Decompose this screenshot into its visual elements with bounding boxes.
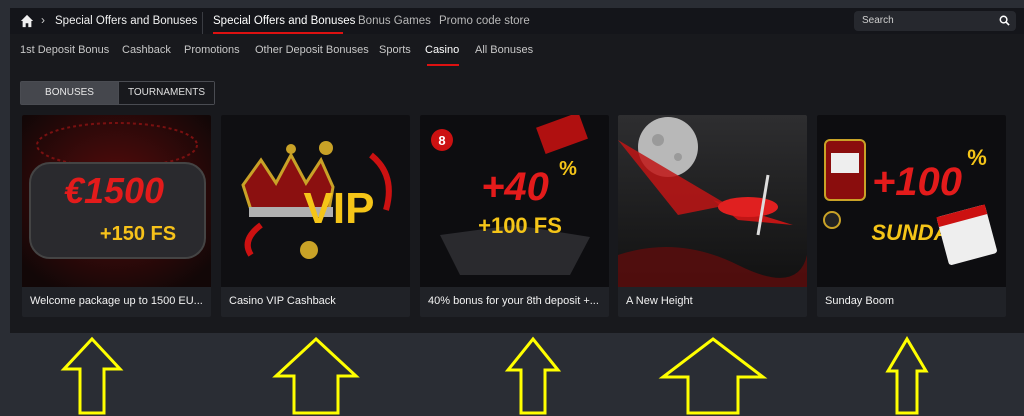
bonus-card-8th-deposit[interactable]: 8 +40 % +100 FS 40% bonus for your 8th d… <box>420 115 609 317</box>
tab-special-offers[interactable]: Special Offers and Bonuses <box>213 15 355 27</box>
card-caption: Sunday Boom <box>825 295 895 307</box>
card-art-amount: €1500 <box>64 170 164 211</box>
subnav-sports[interactable]: Sports <box>379 44 411 56</box>
chevron-right-icon: › <box>41 13 45 27</box>
toggle-bonuses[interactable]: BONUSES <box>21 82 118 104</box>
up-arrow-annotation <box>885 336 929 415</box>
card-image: 8 +40 % +100 FS <box>420 115 609 287</box>
search-placeholder: Search <box>862 15 894 26</box>
tab-bonus-games[interactable]: Bonus Games <box>358 15 431 27</box>
card-art-percent: +40 <box>481 165 549 209</box>
divider <box>202 12 203 34</box>
subnav-casino[interactable]: Casino <box>425 44 459 56</box>
bonus-card-welcome[interactable]: €1500 +150 FS Welcome package up to 1500… <box>22 115 211 317</box>
toggle-tournaments[interactable]: TOURNAMENTS <box>118 82 214 104</box>
card-image <box>618 115 807 287</box>
card-art-vip: VIP <box>304 184 375 233</box>
home-icon[interactable] <box>20 14 34 28</box>
up-arrow-annotation <box>60 336 124 415</box>
bonus-card-sunday-boom[interactable]: +100 % SUNDAY Sunday Boom <box>817 115 1006 317</box>
subnav-first-deposit-bonus[interactable]: 1st Deposit Bonus <box>20 44 109 56</box>
up-arrow-annotation <box>272 336 360 415</box>
search-input[interactable]: Search <box>854 11 1016 31</box>
subnav-other-deposit-bonuses[interactable]: Other Deposit Bonuses <box>255 44 369 56</box>
annotation-arrows <box>60 336 929 415</box>
subnav-cashback[interactable]: Cashback <box>122 44 171 56</box>
card-caption: 40% bonus for your 8th deposit +... <box>428 295 599 307</box>
up-arrow-annotation <box>658 337 768 415</box>
card-image: €1500 +150 FS <box>22 115 211 287</box>
subnav-promotions[interactable]: Promotions <box>184 44 240 56</box>
card-image: VIP <box>221 115 410 287</box>
sub-navigation: 1st Deposit Bonus Cashback Promotions Ot… <box>10 42 1024 66</box>
top-bar: › Special Offers and Bonuses Special Off… <box>10 8 1024 34</box>
card-caption: A New Height <box>626 295 693 307</box>
card-art-badge: 8 <box>438 133 445 148</box>
card-art-percent: +100 <box>872 160 962 204</box>
bonus-card-vip[interactable]: VIP Casino VIP Cashback <box>221 115 410 317</box>
active-tab-indicator <box>213 32 343 34</box>
card-art-percent-sign: % <box>559 158 577 180</box>
up-arrow-annotation <box>504 336 562 415</box>
card-art-subtext: +150 FS <box>100 223 176 245</box>
search-icon[interactable] <box>999 15 1010 26</box>
card-art-subtext: +100 FS <box>478 213 562 238</box>
card-image: +100 % SUNDAY <box>817 115 1006 287</box>
active-subnav-indicator <box>427 64 459 66</box>
offers-panel: › Special Offers and Bonuses Special Off… <box>10 8 1024 333</box>
bonus-type-toggle: BONUSES TOURNAMENTS <box>20 81 215 105</box>
breadcrumb[interactable]: Special Offers and Bonuses <box>55 15 197 27</box>
tab-promo-code-store[interactable]: Promo code store <box>439 15 530 27</box>
card-caption: Casino VIP Cashback <box>229 295 336 307</box>
bonus-card-new-height[interactable]: A New Height <box>618 115 807 317</box>
card-art-percent-sign: % <box>967 145 987 170</box>
subnav-all-bonuses[interactable]: All Bonuses <box>475 44 533 56</box>
card-caption: Welcome package up to 1500 EU... <box>30 295 203 307</box>
